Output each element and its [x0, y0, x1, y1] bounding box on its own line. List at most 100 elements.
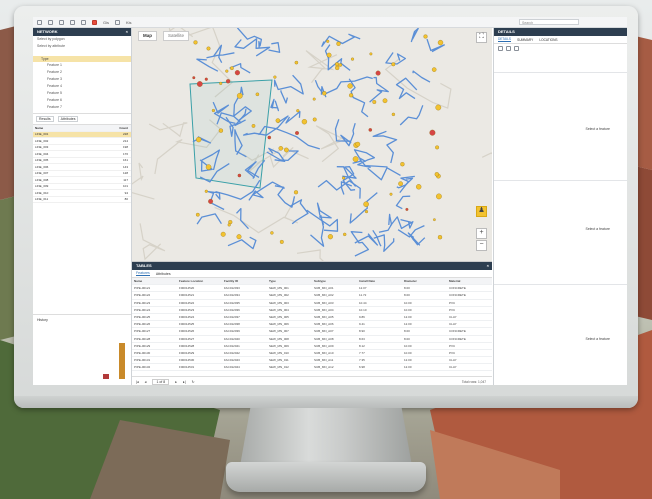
group-item[interactable]: Feature 6	[33, 97, 131, 104]
map-marker[interactable]	[338, 63, 343, 67]
map-marker[interactable]	[431, 67, 437, 72]
map-marker[interactable]	[225, 79, 231, 84]
gis-icon[interactable]	[92, 19, 97, 25]
group-item[interactable]: Feature 7	[33, 104, 131, 111]
group-item[interactable]: Feature 4	[33, 83, 131, 90]
map-marker[interactable]	[391, 62, 396, 67]
map-marker[interactable]	[208, 198, 214, 204]
map-marker[interactable]	[218, 128, 224, 133]
map-marker[interactable]	[236, 234, 242, 240]
toolbar-item-kis[interactable]: Kis	[126, 20, 132, 25]
tab-summary[interactable]: SUMMARY	[517, 38, 533, 42]
table-row[interactable]: PIPE-00128 F00014527 FAC012040 SEW_MN_008 SU…	[132, 336, 492, 343]
map-marker[interactable]	[204, 77, 208, 81]
close-icon[interactable]: ×	[487, 262, 489, 270]
column-header[interactable]: Name	[132, 279, 177, 283]
map-marker[interactable]	[236, 92, 243, 99]
tab-details[interactable]: DETAILS	[498, 37, 512, 42]
map-marker[interactable]	[293, 190, 299, 195]
map-marker[interactable]	[342, 176, 346, 180]
left-option[interactable]: Select by polygon	[33, 36, 131, 43]
column-header[interactable]: Type	[267, 279, 312, 283]
column-header[interactable]: Material	[447, 279, 492, 283]
map-marker[interactable]	[368, 128, 373, 132]
group-item[interactable]: Feature 1	[33, 62, 131, 69]
map-marker[interactable]	[435, 145, 440, 150]
back-icon[interactable]	[37, 19, 42, 25]
map-marker[interactable]	[335, 62, 339, 67]
column-header[interactable]: Facility ID	[222, 279, 267, 283]
last-page-icon[interactable]: ▸|	[183, 380, 186, 384]
table-row[interactable]: PIPE-00124 F00014523 FAC012036 SEW_MN_004 SU…	[132, 307, 492, 314]
map-marker[interactable]	[227, 223, 231, 227]
map-marker[interactable]	[322, 91, 327, 96]
map-marker[interactable]	[437, 39, 444, 46]
map-marker[interactable]	[391, 112, 396, 117]
tab-satellite[interactable]: Satellite	[163, 31, 190, 41]
map-marker[interactable]	[267, 135, 272, 140]
map-marker[interactable]	[336, 41, 341, 46]
column-header[interactable]: Count	[81, 126, 132, 130]
layers-icon[interactable]	[59, 19, 64, 25]
map-marker[interactable]	[436, 193, 442, 200]
tab-attributes[interactable]: Attributes	[156, 272, 171, 276]
table-row[interactable]: PIPE-00132 F00014531 FAC012044 SEW_MN_012 SU…	[132, 364, 492, 372]
map-marker[interactable]	[433, 218, 436, 222]
column-header[interactable]: Install Date	[357, 279, 402, 283]
map-marker[interactable]	[312, 117, 317, 122]
map-marker[interactable]	[206, 46, 211, 51]
map-marker[interactable]	[389, 192, 393, 196]
map-marker[interactable]	[363, 201, 369, 207]
map-marker[interactable]	[251, 124, 256, 128]
refresh-icon[interactable]: ↻	[192, 380, 195, 384]
map-marker[interactable]	[234, 70, 240, 76]
table-row[interactable]: PIPE-00130 F00014529 FAC012042 SEW_MN_010 SU…	[132, 350, 492, 358]
column-header[interactable]: Diameter	[402, 279, 447, 283]
map-marker[interactable]	[204, 189, 208, 193]
map-marker[interactable]	[352, 156, 359, 162]
map-marker[interactable]	[193, 40, 198, 45]
left-option[interactable]: Select by attribute	[33, 43, 131, 50]
table-row[interactable]: PIPE-00125 F00014524 FAC012037 SEW_MN_005 SU…	[132, 314, 492, 322]
filter-icon[interactable]	[498, 46, 503, 51]
group-item[interactable]: Feature 3	[33, 76, 131, 83]
zoom-in-button[interactable]: +	[476, 228, 487, 239]
map-marker[interactable]	[429, 129, 436, 136]
map-marker[interactable]	[275, 118, 281, 123]
search-input[interactable]: Search	[519, 19, 579, 25]
map-view[interactable]: Map Satellite ⛶ ♟ + −	[132, 28, 492, 261]
table-row[interactable]: PIPE-00121 F00014520 FAC012033 SEW_MN_001 SU…	[132, 285, 492, 293]
select-icon[interactable]	[81, 19, 86, 25]
map-marker[interactable]	[192, 76, 196, 80]
map-marker[interactable]	[270, 231, 274, 235]
map-marker[interactable]	[296, 109, 300, 113]
map-marker[interactable]	[335, 65, 340, 71]
forward-icon[interactable]	[48, 19, 53, 25]
tab-features[interactable]: Features	[136, 271, 150, 276]
map-marker[interactable]	[301, 119, 308, 125]
map-marker[interactable]	[273, 75, 277, 79]
map-marker[interactable]	[343, 232, 347, 237]
table-row[interactable]: PIPE-00126 F00014525 FAC012038 SEW_MN_006 SU…	[132, 321, 492, 329]
tab-locations[interactable]: LOCATIONS	[539, 38, 557, 42]
map-marker[interactable]	[435, 104, 442, 111]
table-row[interactable]: PIPE-00122 F00014521 FAC012034 SEW_MN_002 SU…	[132, 292, 492, 300]
map-marker[interactable]	[423, 34, 428, 39]
map-marker[interactable]	[294, 60, 299, 65]
map-marker[interactable]	[312, 97, 316, 101]
column-header[interactable]: Name	[33, 126, 81, 130]
map-marker[interactable]	[350, 57, 355, 61]
map-marker[interactable]	[196, 81, 203, 87]
tab-attributes[interactable]: Attributes	[57, 116, 79, 122]
column-header[interactable]: Subtype	[312, 279, 357, 283]
table-row[interactable]: PIPE-00123 F00014522 FAC012035 SEW_MN_003 SU…	[132, 300, 492, 307]
zoom-out-button[interactable]: −	[476, 240, 487, 251]
map-marker[interactable]	[349, 93, 354, 98]
close-icon[interactable]: ×	[126, 28, 128, 36]
grid-icon[interactable]	[70, 19, 75, 25]
map-marker[interactable]	[220, 231, 226, 237]
map-marker[interactable]	[382, 98, 388, 104]
map-marker[interactable]	[369, 52, 373, 56]
map-marker[interactable]	[364, 210, 369, 214]
map-marker[interactable]	[230, 66, 234, 71]
